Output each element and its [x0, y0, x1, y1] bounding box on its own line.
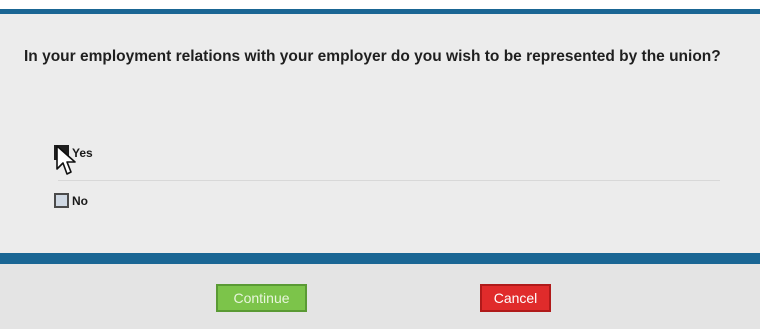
no-checkbox[interactable]	[54, 193, 69, 208]
option-no-label: No	[72, 193, 88, 208]
button-footer	[0, 264, 760, 329]
continue-button[interactable]: Continue	[216, 284, 307, 312]
mouse-pointer-icon	[56, 145, 76, 175]
bottom-accent-rule	[0, 253, 760, 264]
option-no[interactable]: No	[54, 193, 88, 208]
cancel-button[interactable]: Cancel	[480, 284, 551, 312]
top-header-strip	[0, 0, 760, 9]
option-divider	[58, 180, 720, 181]
question-text: In your employment relations with your e…	[24, 48, 721, 65]
